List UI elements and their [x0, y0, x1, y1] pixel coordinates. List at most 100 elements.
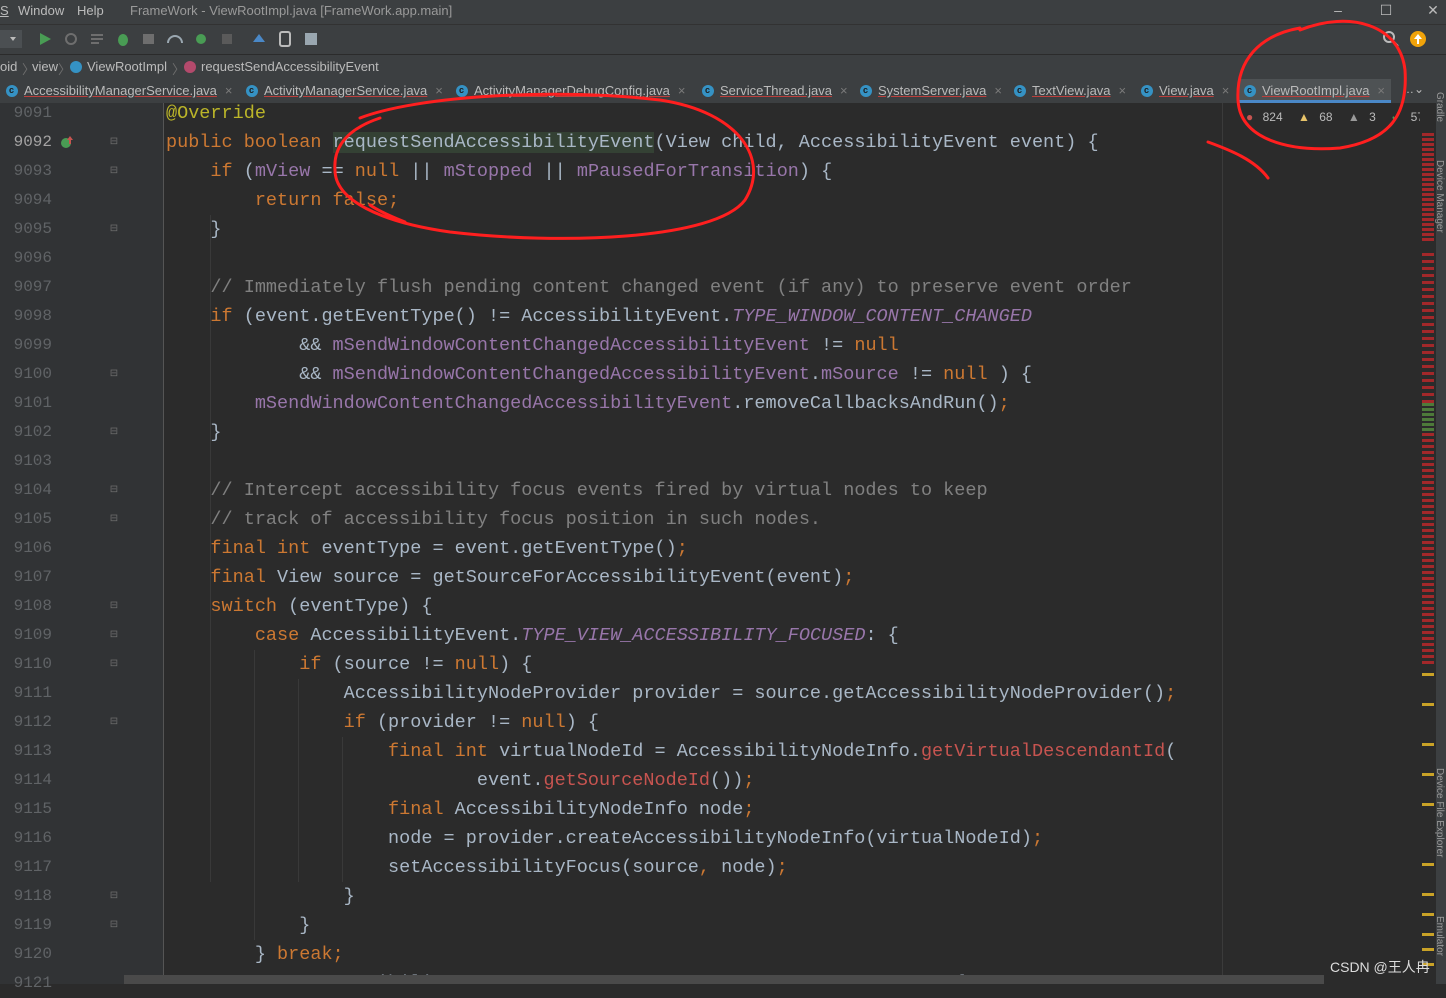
- code-line[interactable]: if (event.getEventType() != Accessibilit…: [166, 302, 1032, 331]
- stripe-marker[interactable]: [1422, 288, 1434, 291]
- close-button[interactable]: ✕: [1418, 1, 1446, 21]
- code-line[interactable]: final AccessibilityNodeInfo node;: [166, 795, 754, 824]
- code-line[interactable]: event.getSourceNodeId());: [166, 766, 755, 795]
- breadcrumb-item[interactable]: oid: [0, 59, 17, 74]
- code-line[interactable]: AccessibilityNodeProvider provider = sou…: [166, 679, 1177, 708]
- stop-icon[interactable]: [218, 30, 236, 48]
- stripe-marker[interactable]: [1422, 571, 1434, 574]
- stripe-marker[interactable]: [1422, 607, 1434, 610]
- device-manager-icon[interactable]: [276, 30, 294, 48]
- tab-view[interactable]: View.java×: [1141, 78, 1230, 103]
- tab-view-root-impl[interactable]: ViewRootImpl.java×: [1238, 78, 1392, 103]
- close-icon[interactable]: ×: [994, 79, 1002, 103]
- stripe-marker[interactable]: [1422, 408, 1434, 411]
- stripe-marker[interactable]: [1422, 913, 1434, 916]
- fold-icon[interactable]: ⊟: [108, 426, 120, 438]
- stripe-marker[interactable]: [1422, 589, 1434, 592]
- stripe-marker[interactable]: [1422, 469, 1434, 472]
- close-icon[interactable]: ×: [225, 79, 233, 103]
- fold-icon[interactable]: ⊟: [108, 136, 120, 148]
- fold-icon[interactable]: ⊟: [108, 716, 120, 728]
- fold-icon[interactable]: ⊟: [108, 658, 120, 670]
- stripe-marker[interactable]: [1422, 583, 1434, 586]
- stripe-marker[interactable]: [1422, 183, 1434, 186]
- close-icon[interactable]: ×: [1377, 79, 1385, 103]
- code-line[interactable]: // track of accessibility focus position…: [166, 505, 821, 534]
- tab-text-view[interactable]: TextView.java×: [1014, 78, 1127, 103]
- search-icon[interactable]: [1382, 30, 1400, 48]
- stripe-marker[interactable]: [1422, 613, 1434, 616]
- stripe-marker[interactable]: [1422, 451, 1434, 454]
- stripe-marker[interactable]: [1422, 493, 1434, 496]
- breadcrumb-item[interactable]: view: [32, 59, 58, 74]
- close-icon[interactable]: ×: [435, 79, 443, 103]
- profile-icon[interactable]: [166, 30, 184, 48]
- stripe-marker[interactable]: [1422, 295, 1434, 298]
- stripe-marker[interactable]: [1422, 565, 1434, 568]
- tab-system-server[interactable]: SystemServer.java×: [860, 78, 1002, 103]
- stripe-marker[interactable]: [1422, 649, 1434, 652]
- stripe-marker[interactable]: [1422, 168, 1434, 171]
- stripe-marker[interactable]: [1422, 481, 1434, 484]
- debug-icon[interactable]: [114, 30, 132, 48]
- run-icon[interactable]: [36, 30, 54, 48]
- code-line[interactable]: node = provider.createAccessibilityNodeI…: [166, 824, 1043, 853]
- code-line[interactable]: case AccessibilityEvent.TYPE_VIEW_ACCESS…: [166, 621, 899, 650]
- code-line[interactable]: public boolean requestSendAccessibilityE…: [166, 128, 1099, 157]
- weak-warning-count[interactable]: ▲ 3: [1348, 110, 1382, 124]
- stripe-marker[interactable]: [1422, 386, 1434, 389]
- stripe-marker[interactable]: [1422, 253, 1434, 256]
- close-icon[interactable]: ×: [840, 79, 848, 103]
- fold-icon[interactable]: ⊟: [108, 223, 120, 235]
- stripe-marker[interactable]: [1422, 351, 1434, 354]
- stripe-marker[interactable]: [1422, 547, 1434, 550]
- stripe-marker[interactable]: [1422, 948, 1434, 951]
- update-icon[interactable]: [1409, 30, 1427, 48]
- code-line[interactable]: if (provider != null) {: [166, 708, 599, 737]
- stripe-marker[interactable]: [1422, 541, 1434, 544]
- code-line[interactable]: // Immediately flush pending content cha…: [166, 273, 1131, 302]
- stripe-marker[interactable]: [1422, 487, 1434, 490]
- code-line[interactable]: setAccessibilityFocus(source, node);: [166, 853, 788, 882]
- stripe-marker[interactable]: [1422, 193, 1434, 196]
- attach-debugger-icon[interactable]: [140, 30, 158, 48]
- stripe-marker[interactable]: [1422, 703, 1434, 706]
- fold-icon[interactable]: ⊟: [108, 919, 120, 931]
- breadcrumb-item[interactable]: requestSendAccessibilityEvent: [184, 59, 379, 74]
- code-line[interactable]: // Intercept accessibility focus events …: [166, 476, 987, 505]
- stripe-marker[interactable]: [1422, 173, 1434, 176]
- stripe-marker[interactable]: [1422, 260, 1434, 263]
- stripe-marker[interactable]: [1422, 372, 1434, 375]
- override-marker-icon[interactable]: [60, 135, 74, 149]
- stripe-marker[interactable]: [1422, 379, 1434, 382]
- stripe-marker[interactable]: [1422, 403, 1434, 406]
- inspection-widget[interactable]: ● 824 ▲ 68 ▲ 3 ✔ 57 ⌃ ⌄: [1246, 110, 1446, 124]
- stripe-marker[interactable]: [1422, 643, 1434, 646]
- stripe-marker[interactable]: [1422, 143, 1434, 146]
- code-line[interactable]: }: [166, 418, 221, 447]
- code-line[interactable]: } break;: [166, 940, 344, 969]
- menu-item-help[interactable]: Help: [77, 3, 104, 18]
- stripe-marker[interactable]: [1422, 428, 1434, 431]
- fold-icon[interactable]: ⊟: [108, 629, 120, 641]
- close-icon[interactable]: ×: [1119, 79, 1127, 103]
- fold-icon[interactable]: ⊟: [108, 513, 120, 525]
- sdk-manager-icon[interactable]: [302, 30, 320, 48]
- code-line[interactable]: switch (eventType) {: [166, 592, 432, 621]
- stripe-marker[interactable]: [1422, 393, 1434, 396]
- apply-changes-icon[interactable]: [88, 30, 106, 48]
- code-line[interactable]: }: [166, 911, 310, 940]
- warning-count[interactable]: ▲ 68: [1298, 110, 1339, 124]
- stripe-marker[interactable]: [1422, 203, 1434, 206]
- stripe-marker[interactable]: [1422, 439, 1434, 442]
- stripe-marker[interactable]: [1422, 743, 1434, 746]
- stripe-marker[interactable]: [1422, 323, 1434, 326]
- stripe-marker[interactable]: [1422, 463, 1434, 466]
- tab-activity-manager-debug-config[interactable]: ActivityManagerDebugConfig.java×: [456, 78, 685, 103]
- chevron-down-icon[interactable]: ⌄: [1414, 82, 1424, 96]
- tool-tab-gradle[interactable]: Gradle: [1434, 92, 1445, 122]
- maximize-button[interactable]: ☐: [1371, 1, 1401, 21]
- stripe-marker[interactable]: [1422, 863, 1434, 866]
- stripe-marker[interactable]: [1422, 302, 1434, 305]
- close-icon[interactable]: ×: [1222, 79, 1230, 103]
